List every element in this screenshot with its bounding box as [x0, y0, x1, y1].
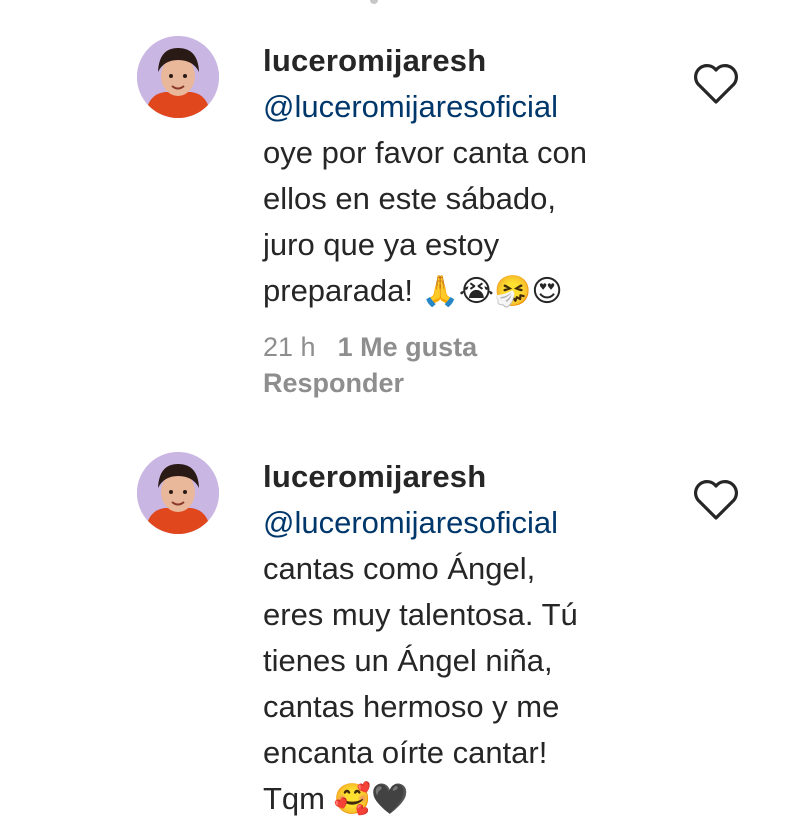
emoji-group: 🙏😭🤧😍 [421, 274, 563, 309]
comment-username[interactable]: luceromijaresh [263, 454, 673, 500]
mention-link[interactable]: @luceromijaresoficial [263, 84, 673, 130]
heart-outline-icon[interactable] [692, 478, 740, 522]
comment-line-text: Tqm [263, 781, 325, 816]
scroll-indicator-dot [370, 0, 378, 4]
user-avatar[interactable] [137, 452, 219, 534]
comment-line: oye por favor canta con [263, 135, 587, 170]
comment-line: cantas hermoso y me [263, 689, 560, 724]
comment-time[interactable]: 21 h [263, 332, 316, 362]
comment-line: juro que ya estoy [263, 227, 500, 262]
heart-outline-icon[interactable] [692, 62, 740, 106]
reply-button[interactable]: Responder [263, 365, 673, 401]
user-avatar[interactable] [137, 36, 219, 118]
like-count[interactable]: 1 Me gusta [338, 332, 478, 362]
comment-line-last: Tqm 🥰🖤 [263, 776, 673, 823]
comment-line: cantas como Ángel, [263, 551, 536, 586]
comment-text: @luceromijaresoficial cantas como Ángel,… [263, 500, 673, 823]
comment-text: @luceromijaresoficial oye por favor cant… [263, 84, 673, 315]
comment-line: ellos en este sábado, [263, 181, 556, 216]
emoji-group: 🥰🖤 [333, 782, 409, 817]
comment-line: tienes un Ángel niña, [263, 643, 553, 678]
comment-line: eres muy talentosa. Tú [263, 597, 578, 632]
comment-meta: 21 h 1 Me gusta Responder [263, 329, 673, 401]
comment-username[interactable]: luceromijaresh [263, 38, 673, 84]
mention-link[interactable]: @luceromijaresoficial [263, 500, 673, 546]
comment-line-last: preparada! 🙏😭🤧😍 [263, 268, 673, 315]
comment-line: encanta oírte cantar! [263, 735, 548, 770]
comment-line-text: preparada! [263, 273, 413, 308]
